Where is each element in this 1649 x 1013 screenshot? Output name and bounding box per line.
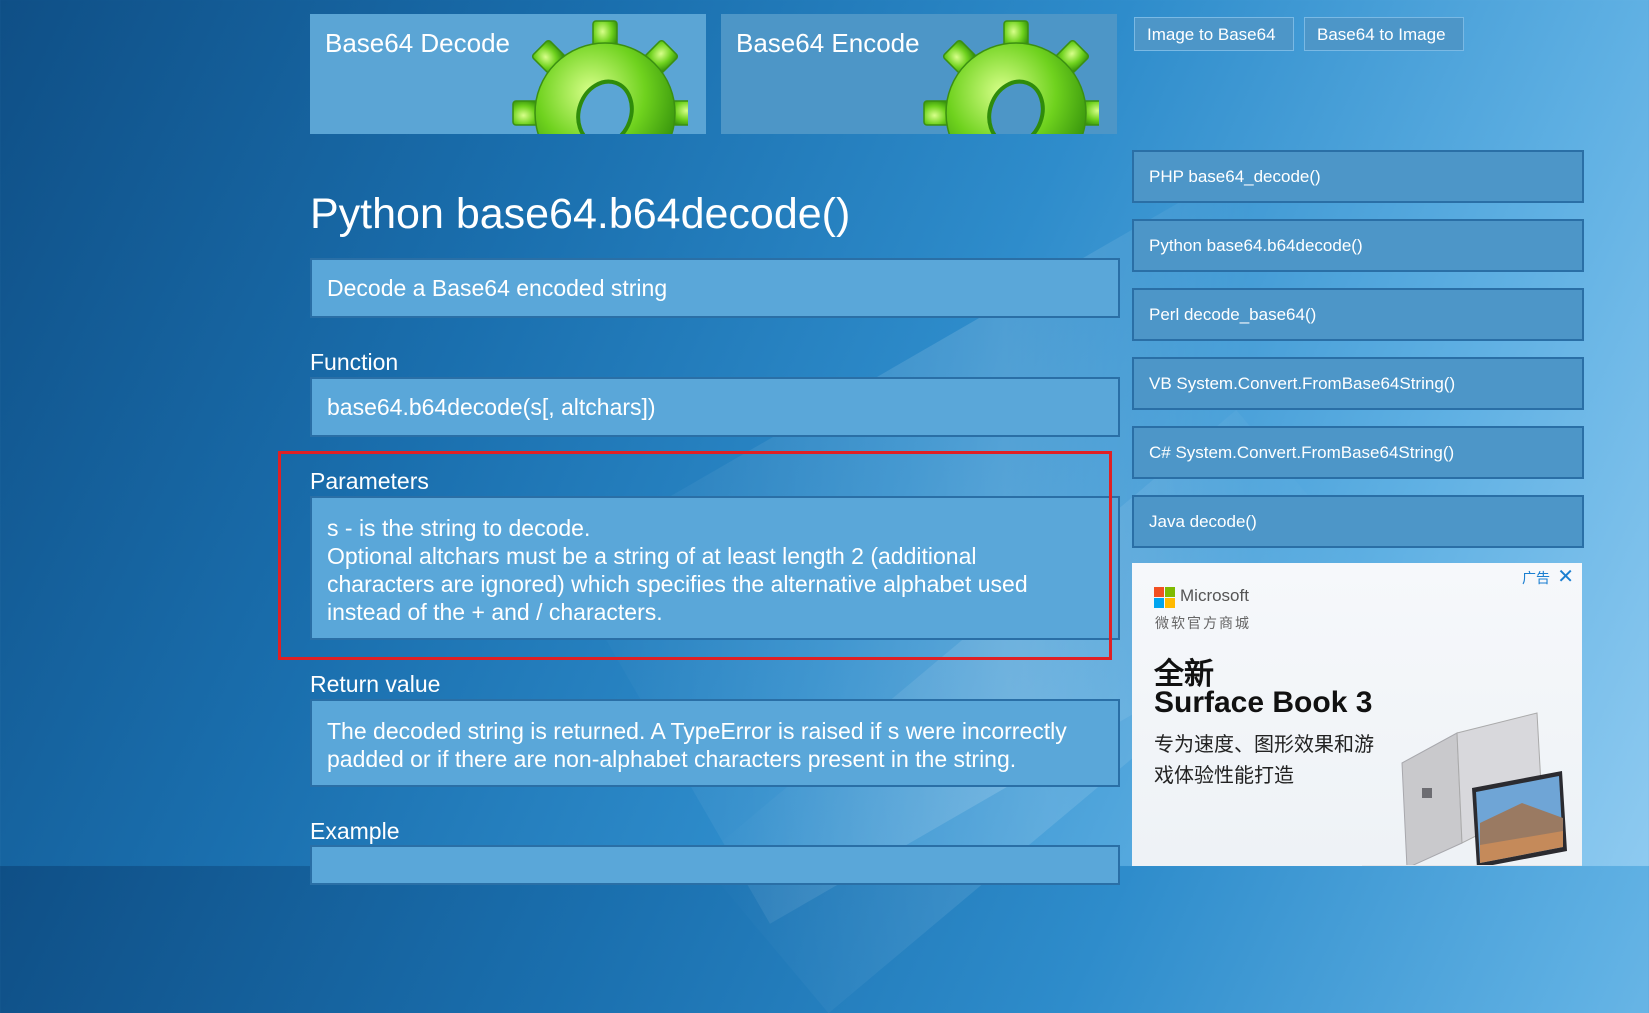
parameters-line: Optional altchars must be a string of at…: [327, 543, 977, 569]
sidebar-link-java[interactable]: Java decode(): [1132, 495, 1584, 548]
ad-brand: Microsoft: [1180, 586, 1249, 605]
sidebar-link-csharp[interactable]: C# System.Convert.FromBase64String(): [1132, 426, 1584, 479]
laptop-image: [1362, 712, 1582, 866]
parameters-line: characters are ignored) which specifies …: [327, 571, 1028, 597]
return-value-line: padded or if there are non-alphabet char…: [327, 746, 1017, 772]
ad-label: 广告: [1522, 570, 1550, 586]
example-box: [310, 845, 1120, 885]
description-box: Decode a Base64 encoded string: [310, 258, 1120, 318]
parameters-heading: Parameters: [310, 468, 429, 494]
return-value-line: The decoded string is returned. A TypeEr…: [327, 718, 1067, 744]
tile-label: Base64 Encode: [736, 28, 920, 58]
sidebar-link-php[interactable]: PHP base64_decode(): [1132, 150, 1584, 203]
parameters-box: s - is the string to decode. Optional al…: [310, 496, 1120, 640]
advertisement[interactable]: 广告 ✕ Microsoft 微软官方商城 全新 Surface Book 3 …: [1132, 563, 1582, 866]
function-box: base64.b64decode(s[, altchars]): [310, 377, 1120, 437]
tile-label: Base64 Decode: [325, 28, 511, 58]
parameters-line: instead of the + and / characters.: [327, 599, 663, 625]
ad-store-name: 微软官方商城: [1155, 615, 1251, 631]
gear-icon: [923, 20, 1099, 134]
sidebar-link-vb[interactable]: VB System.Convert.FromBase64String(): [1132, 357, 1584, 410]
parameters-line: s - is the string to decode.: [327, 515, 591, 541]
image-to-base64-button[interactable]: Image to Base64: [1134, 17, 1294, 51]
return-value-heading: Return value: [310, 671, 441, 697]
close-icon[interactable]: ✕: [1557, 564, 1574, 589]
ad-tagline: 专为速度、图形效果和游戏体验性能打造: [1154, 734, 1374, 787]
example-heading: Example: [310, 818, 400, 844]
base64-to-image-button[interactable]: Base64 to Image: [1304, 17, 1464, 51]
page-title: Python base64.b64decode(): [310, 190, 851, 238]
base64-decode-tile[interactable]: Base64 Decode: [310, 14, 706, 134]
sidebar-link-python[interactable]: Python base64.b64decode(): [1132, 219, 1584, 272]
ad-product-name: Surface Book 3: [1154, 686, 1373, 719]
microsoft-logo: [1154, 587, 1175, 608]
base64-encode-tile[interactable]: Base64 Encode: [721, 14, 1117, 134]
gear-icon: [512, 20, 688, 134]
sidebar-link-perl[interactable]: Perl decode_base64(): [1132, 288, 1584, 341]
return-value-box: The decoded string is returned. A TypeEr…: [310, 699, 1120, 787]
function-heading: Function: [310, 349, 399, 375]
